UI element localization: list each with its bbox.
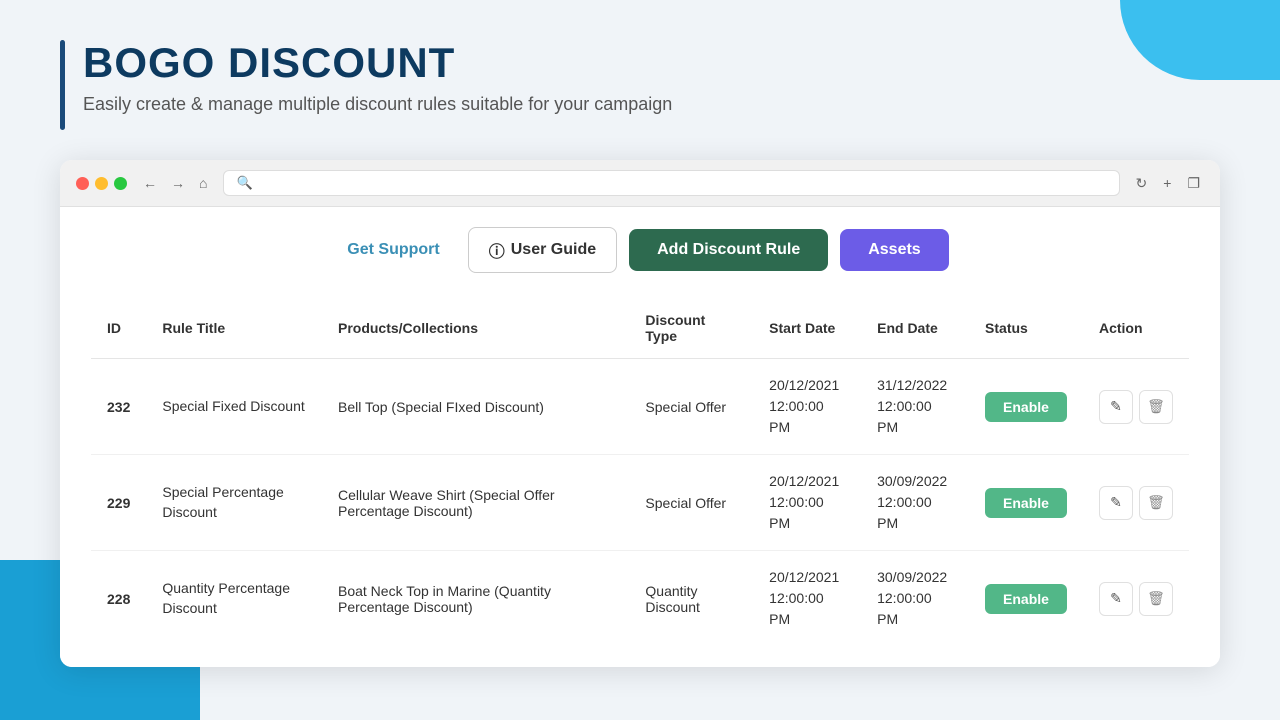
cell-end-date: 30/09/202212:00:00 PM: [861, 551, 969, 647]
address-bar[interactable]: 🔍: [223, 170, 1119, 196]
cell-id: 228: [91, 551, 147, 647]
cell-status: Enable: [969, 359, 1083, 455]
cell-products: Cellular Weave Shirt (Special Offer Perc…: [322, 455, 629, 551]
delete-button[interactable]: 🗑: [1139, 582, 1173, 616]
trash-icon: 🗑: [1147, 494, 1165, 511]
cell-action: ✎ 🗑: [1083, 455, 1190, 551]
table-header-row: ID Rule Title Products/Collections Disco…: [91, 298, 1190, 359]
add-discount-button[interactable]: Add Discount Rule: [629, 229, 828, 271]
browser-window: ← → ⌂ 🔍 ↻ + ❐ Get Support ⓘ User Guide: [60, 160, 1220, 667]
edit-button[interactable]: ✎: [1099, 582, 1133, 616]
cell-products: Bell Top (Special FIxed Discount): [322, 359, 629, 455]
page-header: BOGO DISCOUNT Easily create & manage mul…: [60, 40, 1220, 130]
page-title: BOGO DISCOUNT: [83, 40, 672, 86]
browser-body: Get Support ⓘ User Guide Add Discount Ru…: [60, 207, 1220, 667]
col-start-date: Start Date: [753, 298, 861, 359]
cell-end-date: 30/09/202212:00:00 PM: [861, 455, 969, 551]
table-row: 229 Special Percentage Discount Cellular…: [91, 455, 1190, 551]
browser-dots: [76, 177, 127, 190]
delete-button[interactable]: 🗑: [1139, 390, 1173, 424]
edit-button[interactable]: ✎: [1099, 486, 1133, 520]
refresh-btn[interactable]: ↻: [1132, 173, 1152, 194]
new-tab-btn[interactable]: +: [1159, 173, 1175, 193]
col-end-date: End Date: [861, 298, 969, 359]
browser-chrome: ← → ⌂ 🔍 ↻ + ❐: [60, 160, 1220, 207]
trash-icon: 🗑: [1147, 398, 1165, 415]
cell-products: Boat Neck Top in Marine (Quantity Percen…: [322, 551, 629, 647]
header-accent-bar: [60, 40, 65, 130]
cell-id: 229: [91, 455, 147, 551]
enable-button[interactable]: Enable: [985, 584, 1067, 614]
assets-button[interactable]: Assets: [840, 229, 948, 271]
edit-icon: ✎: [1110, 590, 1122, 607]
nav-home[interactable]: ⌂: [195, 173, 211, 193]
cell-end-date: 31/12/202212:00:00 PM: [861, 359, 969, 455]
action-buttons: ✎ 🗑: [1099, 582, 1173, 616]
search-icon: 🔍: [236, 175, 252, 191]
cell-start-date: 20/12/202112:00:00 PM: [753, 455, 861, 551]
dot-green[interactable]: [114, 177, 127, 190]
edit-button[interactable]: ✎: [1099, 390, 1133, 424]
cell-status: Enable: [969, 455, 1083, 551]
cell-discount-type: Special Offer: [629, 455, 753, 551]
page-subtitle: Easily create & manage multiple discount…: [83, 94, 672, 115]
edit-icon: ✎: [1110, 494, 1122, 511]
cell-action: ✎ 🗑: [1083, 359, 1190, 455]
cell-rule-title: Special Percentage Discount: [146, 455, 322, 551]
toolbar: Get Support ⓘ User Guide Add Discount Ru…: [90, 227, 1190, 273]
cell-start-date: 20/12/202112:00:00 PM: [753, 359, 861, 455]
col-id: ID: [91, 298, 147, 359]
col-products: Products/Collections: [322, 298, 629, 359]
cell-discount-type: Quantity Discount: [629, 551, 753, 647]
col-action: Action: [1083, 298, 1190, 359]
nav-forward[interactable]: →: [167, 173, 189, 193]
get-support-button[interactable]: Get Support: [331, 233, 455, 267]
cell-action: ✎ 🗑: [1083, 551, 1190, 647]
cell-rule-title: Quantity Percentage Discount: [146, 551, 322, 647]
table-row: 228 Quantity Percentage Discount Boat Ne…: [91, 551, 1190, 647]
col-discount-type: Discount Type: [629, 298, 753, 359]
discount-table: ID Rule Title Products/Collections Disco…: [90, 297, 1190, 647]
action-buttons: ✎ 🗑: [1099, 390, 1173, 424]
user-guide-button[interactable]: ⓘ User Guide: [468, 227, 617, 273]
delete-button[interactable]: 🗑: [1139, 486, 1173, 520]
edit-icon: ✎: [1110, 398, 1122, 415]
guide-icon: ⓘ: [489, 238, 505, 262]
action-buttons: ✎ 🗑: [1099, 486, 1173, 520]
nav-back[interactable]: ←: [139, 173, 161, 193]
enable-button[interactable]: Enable: [985, 392, 1067, 422]
enable-button[interactable]: Enable: [985, 488, 1067, 518]
browser-nav: ← → ⌂: [139, 173, 211, 193]
trash-icon: 🗑: [1147, 590, 1165, 607]
cell-start-date: 20/12/202112:00:00 PM: [753, 551, 861, 647]
cell-discount-type: Special Offer: [629, 359, 753, 455]
share-btn[interactable]: ❐: [1183, 173, 1204, 194]
table-row: 232 Special Fixed Discount Bell Top (Spe…: [91, 359, 1190, 455]
col-status: Status: [969, 298, 1083, 359]
col-rule-title: Rule Title: [146, 298, 322, 359]
cell-id: 232: [91, 359, 147, 455]
cell-status: Enable: [969, 551, 1083, 647]
dot-yellow[interactable]: [95, 177, 108, 190]
cell-rule-title: Special Fixed Discount: [146, 359, 322, 455]
browser-actions: ↻ + ❐: [1132, 173, 1204, 194]
dot-red[interactable]: [76, 177, 89, 190]
